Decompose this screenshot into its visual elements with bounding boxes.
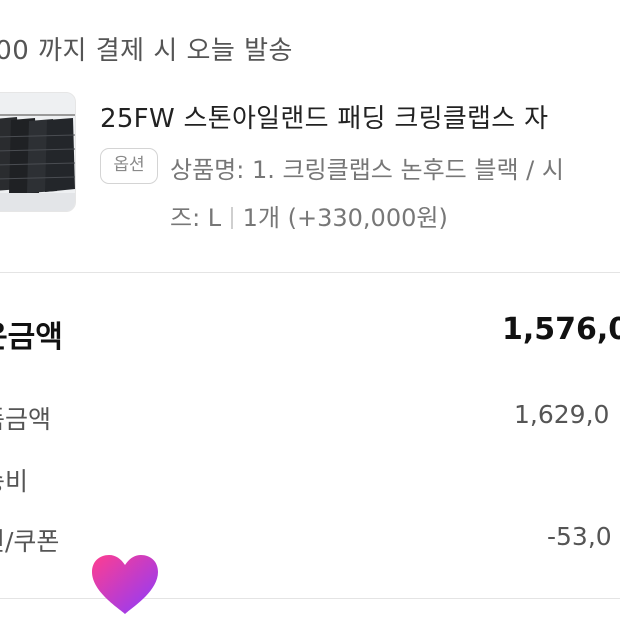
heart-icon <box>88 552 162 618</box>
option-separator <box>231 207 233 229</box>
discount-coupon-value: -53,0 <box>547 522 612 551</box>
total-amount-value: 1,576,0 <box>502 312 620 347</box>
total-amount-label: 운금액 <box>0 320 63 355</box>
product-thumbnail[interactable] <box>0 92 76 212</box>
order-summary-screen: :00 까지 결제 시 오늘 발송 25FW 스톤아일랜드 패딩 크링클랩스 자… <box>0 0 620 620</box>
shipping-fee-label: 송비 <box>0 467 29 496</box>
padding-jackets-image <box>0 93 75 211</box>
option-quantity-price: 1개 (+330,000원) <box>242 204 448 232</box>
option-product-name: 상품명: 1. 크링클랩스 논후드 블랙 / 시 <box>170 156 564 184</box>
product-amount-value: 1,629,0 <box>514 400 610 429</box>
product-name[interactable]: 25FW 스톤아일랜드 패딩 크링클랩스 자 <box>100 98 548 135</box>
discount-coupon-label: 인/쿠폰 <box>0 527 60 556</box>
section-divider <box>0 272 620 273</box>
option-badge: 옵션 <box>100 148 158 184</box>
option-size: 즈: L <box>170 204 222 232</box>
shipping-notice: :00 까지 결제 시 오늘 발송 <box>0 36 293 66</box>
product-amount-label: 품금액 <box>0 405 52 434</box>
option-details: 즈: L 1개 (+330,000원) <box>170 198 448 233</box>
